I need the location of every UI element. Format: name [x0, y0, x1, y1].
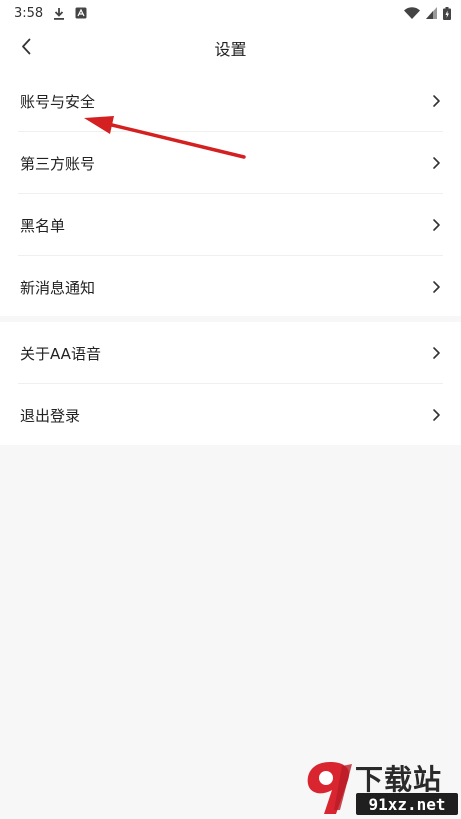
- settings-group-about: 关于AA语音 退出登录: [0, 322, 461, 445]
- row-blacklist[interactable]: 黑名单: [0, 194, 461, 256]
- watermark-emblem-icon: [307, 762, 352, 814]
- app-header: 设置: [0, 26, 461, 70]
- app-notification-icon: [75, 7, 87, 19]
- status-bar: 3:58: [0, 0, 461, 26]
- chevron-left-icon: [21, 38, 31, 59]
- watermark-title: 下载站: [355, 763, 443, 796]
- chevron-right-icon: [431, 94, 441, 108]
- chevron-right-icon: [431, 218, 441, 232]
- row-new-message-notifications[interactable]: 新消息通知: [0, 256, 461, 318]
- signal-icon: [426, 7, 437, 19]
- row-label: 新消息通知: [20, 278, 96, 297]
- status-left: 3:58: [14, 6, 87, 21]
- watermark-domain: 91xz.net: [356, 793, 458, 815]
- row-third-party-accounts[interactable]: 第三方账号: [0, 132, 461, 194]
- wifi-icon: [404, 7, 420, 19]
- settings-screen: 3:58 设置 账号与安全 第三方账号 黑名单 新消息通知 关于AA语音 退出登…: [0, 0, 461, 819]
- page-title: 设置: [214, 40, 247, 59]
- chevron-right-icon: [431, 280, 441, 294]
- row-label: 第三方账号: [20, 154, 96, 173]
- chevron-right-icon: [431, 346, 441, 360]
- download-icon: [53, 7, 65, 20]
- chevron-right-icon: [431, 156, 441, 170]
- row-label: 关于AA语音: [20, 344, 101, 363]
- row-logout[interactable]: 退出登录: [0, 384, 461, 446]
- settings-group-main: 账号与安全 第三方账号 黑名单 新消息通知: [0, 70, 461, 316]
- row-about[interactable]: 关于AA语音: [0, 322, 461, 384]
- watermark-logo: 下载站 91xz.net: [300, 758, 461, 819]
- status-right: [404, 6, 451, 20]
- status-time: 3:58: [14, 5, 44, 21]
- row-label: 黑名单: [20, 216, 66, 235]
- battery-icon: [443, 6, 451, 20]
- row-account-security[interactable]: 账号与安全: [0, 70, 461, 132]
- chevron-right-icon: [431, 408, 441, 422]
- back-button[interactable]: [10, 32, 42, 64]
- row-label: 账号与安全: [20, 92, 96, 111]
- row-label: 退出登录: [20, 406, 81, 425]
